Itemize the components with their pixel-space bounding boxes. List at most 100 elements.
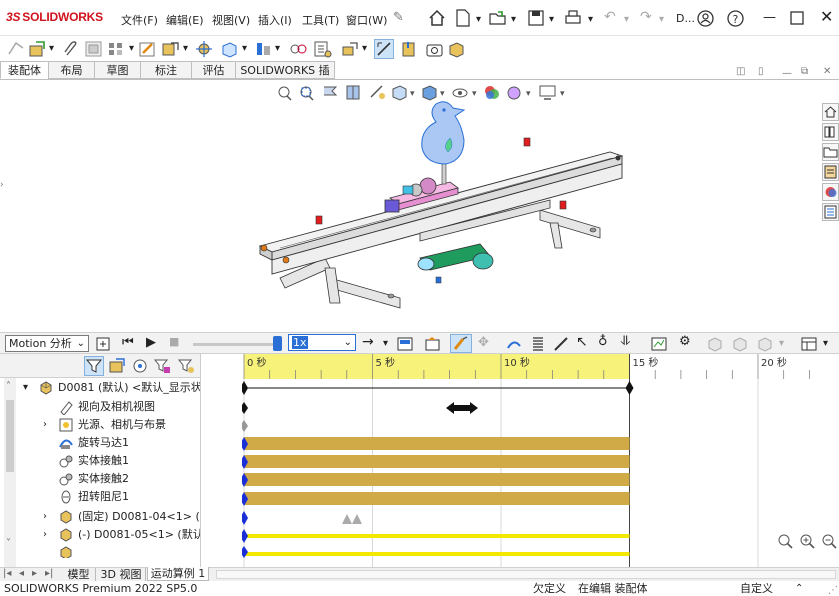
reference-geometry-icon[interactable] bbox=[289, 40, 309, 58]
simulation-setup-icon[interactable] bbox=[731, 336, 749, 352]
mate-icon[interactable] bbox=[28, 40, 48, 58]
feature-timeline-track[interactable] bbox=[244, 437, 630, 450]
prev-tab-icon[interactable]: ◂ bbox=[19, 568, 24, 579]
tree-item-torsional-damper[interactable]: 扭转阻尼1 bbox=[0, 488, 200, 506]
motor-icon[interactable] bbox=[505, 336, 523, 352]
contact-icon[interactable]: ♁ bbox=[598, 334, 608, 349]
solidworks-resources-icon[interactable] bbox=[822, 103, 839, 121]
animation-wizard-icon[interactable] bbox=[424, 336, 442, 352]
appearances-scenes-icon[interactable] bbox=[822, 183, 839, 201]
filter-results-icon[interactable] bbox=[153, 357, 171, 375]
feature-timeline-track[interactable] bbox=[244, 473, 630, 486]
unit-system[interactable]: 自定义 bbox=[740, 581, 773, 596]
add-update-key-icon[interactable]: ✥ bbox=[478, 335, 489, 350]
tree-item-component-05[interactable]: › (-) D0081-05<1> (默认) . bbox=[0, 526, 200, 544]
autokey-button[interactable] bbox=[450, 334, 472, 353]
exploded-view-icon[interactable] bbox=[340, 40, 360, 58]
paperclip-icon[interactable] bbox=[61, 40, 81, 58]
minimize-icon[interactable]: — bbox=[763, 10, 776, 25]
zoom-out-timeline-icon[interactable] bbox=[820, 532, 838, 550]
doc-close-icon[interactable]: ✕ bbox=[823, 66, 831, 77]
model-3d-duck-slider-assembly[interactable] bbox=[250, 98, 630, 318]
open-folder-icon[interactable] bbox=[489, 9, 507, 27]
panel-collapse-icon[interactable]: ◫ bbox=[736, 66, 745, 77]
horizontal-scrollbar[interactable] bbox=[216, 570, 836, 579]
tree-timeline-splitter[interactable] bbox=[200, 354, 242, 567]
play-from-start-icon[interactable]: ⏮ bbox=[122, 335, 134, 350]
menu-edit[interactable]: 编辑(E) bbox=[166, 12, 204, 28]
undo-dropdown-icon[interactable]: ▾ bbox=[624, 14, 629, 25]
tree-item-solid-contact-1[interactable]: 实体接触1 bbox=[0, 452, 200, 470]
layout-dropdown-icon[interactable]: ▾ bbox=[823, 338, 828, 349]
calculate-icon[interactable] bbox=[95, 336, 111, 352]
damper-icon[interactable] bbox=[552, 336, 570, 352]
component-next-key[interactable] bbox=[242, 546, 248, 558]
edit-component-icon[interactable] bbox=[138, 40, 158, 58]
home-icon[interactable] bbox=[428, 9, 446, 27]
show-hidden-components-icon[interactable] bbox=[220, 40, 240, 58]
assembly-features-icon[interactable] bbox=[254, 40, 274, 58]
pattern-dropdown-icon[interactable]: ▾ bbox=[129, 43, 134, 54]
first-tab-icon[interactable]: |◂ bbox=[3, 568, 11, 579]
tree-item-views-cameras[interactable]: 视向及相机视图 bbox=[0, 398, 200, 416]
solidworks-logo[interactable]: 3S SOLIDWORKS bbox=[6, 10, 103, 24]
component-05-key[interactable] bbox=[242, 529, 248, 543]
filter-driving-icon[interactable] bbox=[108, 357, 126, 375]
tab-assembly[interactable]: 装配体 bbox=[0, 61, 49, 79]
gravity-icon[interactable]: ⥥ bbox=[621, 334, 630, 349]
fastener-dropdown-icon[interactable]: ▾ bbox=[183, 43, 188, 54]
zoom-in-timeline-icon[interactable] bbox=[798, 532, 816, 550]
tab-layout[interactable]: 布局 bbox=[48, 61, 95, 79]
user-account-icon[interactable] bbox=[697, 10, 714, 27]
tree-item-component-04[interactable]: › (固定) D0081-04<1> (默认 bbox=[0, 508, 200, 526]
expand-arrow-icon[interactable]: › bbox=[43, 416, 47, 434]
last-tab-icon[interactable]: ▸| bbox=[45, 568, 53, 579]
results-and-plots-icon[interactable] bbox=[650, 336, 668, 352]
view-palette-icon[interactable] bbox=[822, 163, 839, 181]
tree-item-lights-cameras-scene[interactable]: › 光源、相机与布景 bbox=[0, 416, 200, 434]
graphics-area[interactable]: ▾ ▾ ▾ ▾ ▾ › bbox=[0, 80, 818, 332]
playback-speed-select[interactable]: 1x ⌄ bbox=[288, 334, 356, 351]
feature-timeline-track[interactable] bbox=[244, 492, 630, 505]
tree-item-rotary-motor[interactable]: 旋转马达1 bbox=[0, 434, 200, 452]
doc-minimize-icon[interactable]: — bbox=[782, 68, 792, 79]
linear-pattern-icon[interactable] bbox=[107, 40, 127, 58]
explode-dropdown-icon[interactable]: ▾ bbox=[362, 43, 367, 54]
print-dropdown-icon[interactable]: ▾ bbox=[588, 14, 593, 25]
doc-maximize-icon[interactable]: ⧉ bbox=[801, 66, 808, 77]
spring-icon[interactable] bbox=[529, 336, 547, 352]
undo-icon[interactable]: ↶ bbox=[604, 9, 616, 25]
redo-icon[interactable]: ↷ bbox=[640, 9, 652, 25]
features-dropdown-icon[interactable]: ▾ bbox=[275, 43, 280, 54]
tree-item-solid-contact-2[interactable]: 实体接触2 bbox=[0, 470, 200, 488]
design-library-icon[interactable] bbox=[822, 123, 839, 141]
lights-key[interactable] bbox=[242, 420, 248, 432]
play-icon[interactable]: ▶ bbox=[146, 335, 156, 350]
menu-insert[interactable]: 插入(I) bbox=[258, 12, 292, 28]
new-dropdown-icon[interactable]: ▾ bbox=[476, 14, 481, 25]
filter-selected-icon[interactable] bbox=[131, 357, 149, 375]
menu-tools[interactable]: 工具(T) bbox=[302, 12, 339, 28]
redo-dropdown-icon[interactable]: ▾ bbox=[659, 14, 664, 25]
simulation-dropdown-icon[interactable]: ▾ bbox=[779, 338, 784, 349]
mate-dropdown-icon[interactable]: ▾ bbox=[49, 43, 54, 54]
file-explorer-icon[interactable] bbox=[822, 143, 839, 161]
tab-evaluate[interactable]: 评估 bbox=[191, 61, 236, 79]
instant3d-button[interactable] bbox=[374, 39, 394, 59]
panel-restore-icon[interactable]: ▯ bbox=[758, 66, 764, 77]
expand-arrow-icon[interactable]: › bbox=[43, 508, 47, 526]
pin-icon[interactable]: ✎ bbox=[393, 10, 404, 25]
load-simulation-icon[interactable] bbox=[756, 336, 774, 352]
playback-mode-dropdown-icon[interactable]: ▾ bbox=[383, 338, 388, 349]
insert-components-icon[interactable] bbox=[6, 40, 26, 58]
collapse-arrow-icon[interactable]: ▾ bbox=[23, 379, 28, 397]
feature-timeline-track[interactable] bbox=[244, 455, 630, 468]
motion-timeline[interactable]: 0 秒 5 秒 10 秒 15 秒 20 秒 bbox=[242, 354, 839, 567]
move-component-icon[interactable] bbox=[195, 40, 215, 58]
save-animation-icon[interactable] bbox=[396, 336, 414, 352]
study-type-select[interactable]: Motion 分析 ⌄ bbox=[5, 335, 89, 352]
tab-solidworks-addins[interactable]: SOLIDWORKS 插件 bbox=[235, 61, 335, 95]
expand-arrow-icon[interactable]: › bbox=[43, 526, 47, 544]
motion-study-properties-icon[interactable]: ⚙ bbox=[679, 334, 691, 349]
tab-3d-view[interactable]: 3D 视图 bbox=[97, 568, 146, 581]
